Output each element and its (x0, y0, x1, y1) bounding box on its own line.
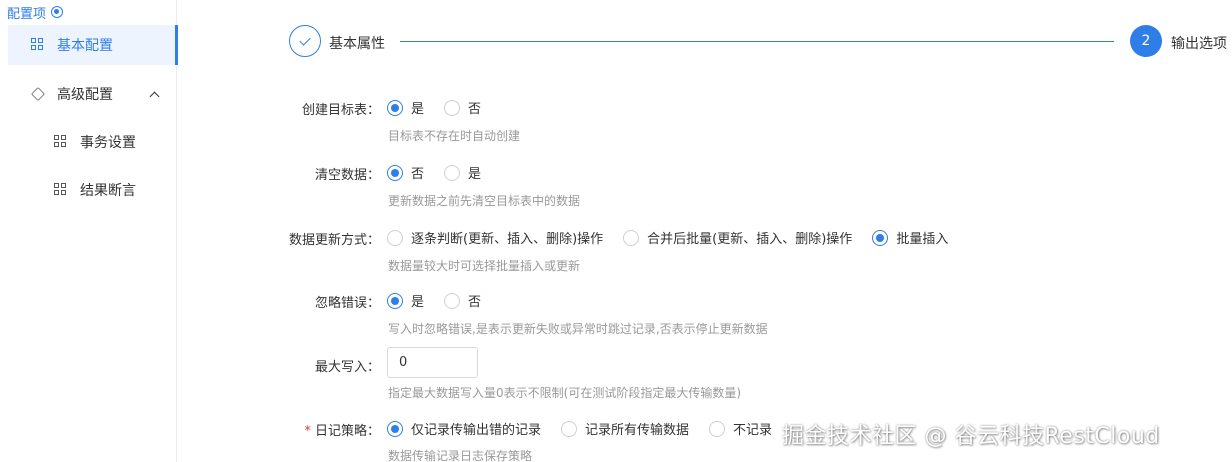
ignore-error-hint: 写入时忽略错误,是表示更新失败或异常时跳过记录,否表示停止更新数据 (388, 322, 768, 336)
cube-icon (31, 87, 45, 101)
step-1-done[interactable] (289, 25, 321, 57)
max-write-label: 最大写入： (314, 360, 380, 375)
check-icon (299, 33, 311, 46)
clear-data-no-radio[interactable]: 否 (387, 163, 424, 182)
grid-icon (54, 135, 68, 149)
watermark: 掘金技术社区 @ 谷云科技RestCloud (782, 424, 1160, 449)
sidebar-item-label: 高级配置 (57, 87, 113, 103)
config-header: 配置项 (7, 3, 64, 22)
max-write-hint: 指定最大数据写入量0表示不限制(可在测试阶段指定最大传输数量) (388, 386, 742, 400)
clear-data-yes-radio[interactable]: 是 (444, 163, 481, 182)
update-mode-hint: 数据量较大时可选择批量插入或更新 (388, 259, 581, 273)
update-mode-label: 数据更新方式： (288, 233, 380, 248)
update-mode-row-by-row-radio[interactable]: 逐条判断(更新、插入、删除)操作 (387, 228, 603, 247)
sidebar-item-result-assertion[interactable]: 结果断言 (8, 170, 176, 210)
step-2-number: 2 (1141, 33, 1151, 49)
create-table-no-radio[interactable]: 否 (444, 98, 481, 117)
ignore-error-label: 忽略错误： (314, 296, 380, 311)
log-policy-radio-group: 仅记录传输出错的记录 记录所有传输数据 不记录 (387, 419, 792, 438)
max-write-input[interactable] (387, 347, 478, 378)
log-policy-errors-only-radio[interactable]: 仅记录传输出错的记录 (387, 419, 541, 438)
sidebar: 配置项 基本配置 高级配置 事务设置 结果断言 (0, 0, 178, 462)
log-policy-all-data-radio[interactable]: 记录所有传输数据 (561, 419, 689, 438)
ignore-error-yes-radio[interactable]: 是 (387, 291, 424, 310)
log-policy-none-radio[interactable]: 不记录 (709, 419, 772, 438)
log-policy-hint: 数据传输记录日志保存策略 (388, 449, 533, 462)
sidebar-item-label: 事务设置 (80, 135, 136, 151)
grid-icon (31, 38, 45, 52)
create-table-yes-radio[interactable]: 是 (387, 98, 424, 117)
sidebar-item-label: 结果断言 (80, 183, 136, 199)
update-mode-batch-insert-radio[interactable]: 批量插入 (872, 228, 948, 247)
update-mode-merge-batch-radio[interactable]: 合并后批量(更新、插入、删除)操作 (623, 228, 852, 247)
target-icon[interactable] (51, 6, 64, 18)
step-connector (400, 41, 1114, 42)
sidebar-item-advanced-config[interactable]: 高级配置 (8, 74, 176, 114)
clear-data-radio-group: 否 是 (387, 163, 501, 182)
create-table-label: 创建目标表： (301, 103, 380, 118)
config-header-label: 配置项 (7, 6, 47, 22)
sidebar-item-basic-config[interactable]: 基本配置 (8, 25, 178, 65)
sidebar-item-transaction-settings[interactable]: 事务设置 (8, 122, 176, 162)
update-mode-radio-group: 逐条判断(更新、插入、删除)操作 合并后批量(更新、插入、删除)操作 批量插入 (387, 228, 968, 247)
ignore-error-no-radio[interactable]: 否 (444, 291, 481, 310)
chevron-up-icon (149, 91, 160, 101)
step-2-current[interactable]: 2 (1130, 25, 1162, 57)
ignore-error-radio-group: 是 否 (387, 291, 501, 310)
step-1-label: 基本属性 (329, 36, 385, 52)
required-mark: * (304, 424, 311, 439)
sidebar-item-label: 基本配置 (57, 38, 113, 54)
create-table-hint: 目标表不存在时自动创建 (388, 129, 521, 143)
create-table-radio-group: 是 否 (387, 98, 501, 117)
step-2-label: 输出选项 (1171, 36, 1227, 52)
grid-icon (54, 183, 68, 197)
clear-data-label: 清空数据： (314, 168, 380, 183)
clear-data-hint: 更新数据之前先清空目标表中的数据 (388, 194, 581, 208)
log-policy-label: * 日记策略： (304, 424, 380, 439)
